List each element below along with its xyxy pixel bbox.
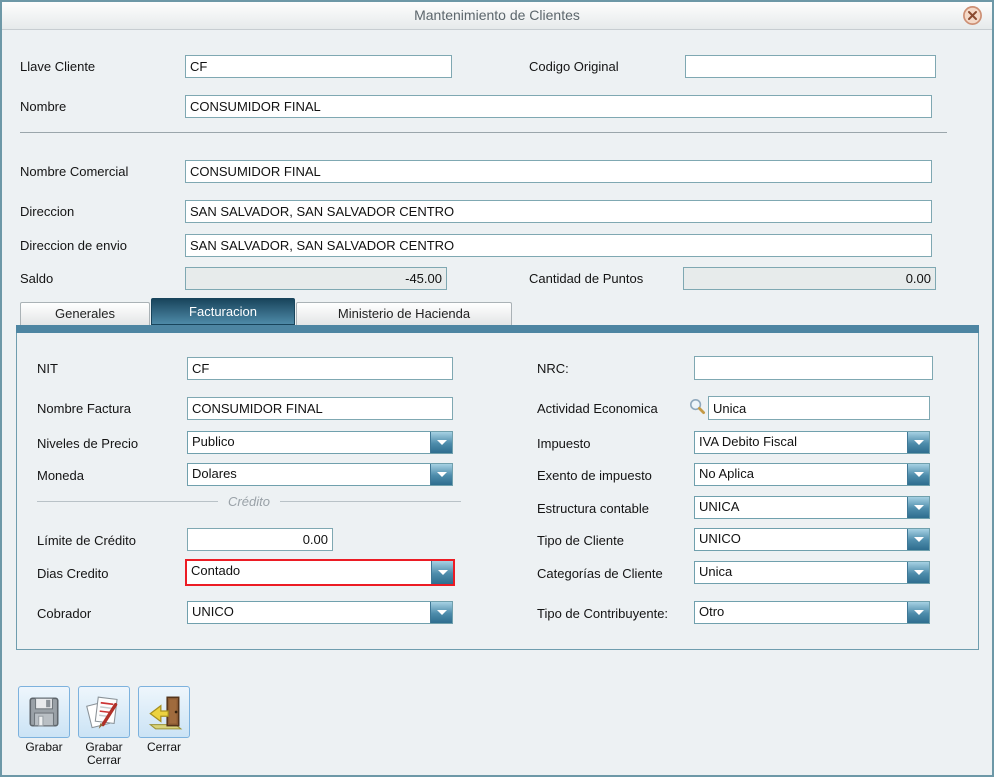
- estructura-contable-value: UNICA: [695, 497, 907, 518]
- tipo-contribuyente-dropdown[interactable]: Otro: [694, 601, 930, 624]
- niveles-precio-value: Publico: [188, 432, 430, 453]
- tipo-contribuyente-label: Tipo de Contribuyente:: [537, 606, 668, 621]
- chevron-down-icon[interactable]: [907, 529, 929, 550]
- moneda-dropdown[interactable]: Dolares: [187, 463, 453, 486]
- categorias-cliente-value: Unica: [695, 562, 907, 583]
- cerrar-button[interactable]: Cerrar: [138, 686, 190, 754]
- client-maintenance-window: Mantenimiento de Clientes Llave Cliente …: [0, 0, 994, 777]
- chevron-down-icon[interactable]: [907, 562, 929, 583]
- nombre-factura-field[interactable]: [187, 397, 453, 420]
- section-divider: [20, 132, 947, 133]
- cantidad-puntos-label: Cantidad de Puntos: [529, 271, 643, 286]
- cerrar-button-label: Cerrar: [130, 741, 198, 754]
- saldo-label: Saldo: [20, 271, 53, 286]
- tab-facturacion[interactable]: Facturacion: [151, 298, 295, 325]
- impuesto-label: Impuesto: [537, 436, 590, 451]
- cobrador-dropdown[interactable]: UNICO: [187, 601, 453, 624]
- dias-credito-value: Contado: [187, 561, 431, 584]
- exento-impuesto-value: No Aplica: [695, 464, 907, 485]
- close-icon[interactable]: [962, 5, 983, 26]
- saldo-field: [185, 267, 447, 290]
- credito-group-title: Crédito: [218, 494, 280, 509]
- chevron-down-icon[interactable]: [907, 464, 929, 485]
- direccion-envio-field[interactable]: [185, 234, 932, 257]
- tipo-contribuyente-value: Otro: [695, 602, 907, 623]
- grabar-cerrar-button-label: Grabar Cerrar: [70, 741, 138, 767]
- chevron-down-icon[interactable]: [907, 602, 929, 623]
- nit-label: NIT: [37, 361, 58, 376]
- nombre-comercial-field[interactable]: [185, 160, 932, 183]
- grabar-button-label: Grabar: [10, 741, 78, 754]
- exento-impuesto-label: Exento de impuesto: [537, 468, 652, 483]
- nrc-label: NRC:: [537, 361, 569, 376]
- nit-field[interactable]: [187, 357, 453, 380]
- notes-pen-icon: [84, 692, 124, 732]
- limite-credito-field[interactable]: [187, 528, 333, 551]
- limite-credito-label: Límite de Crédito: [37, 533, 136, 548]
- categorias-cliente-dropdown[interactable]: Unica: [694, 561, 930, 584]
- exit-door-icon: [144, 692, 184, 732]
- floppy-disk-icon: [25, 693, 63, 731]
- credito-group-divider: Crédito: [37, 494, 461, 509]
- moneda-value: Dolares: [188, 464, 430, 485]
- tab-strip-bar: [16, 325, 979, 333]
- direccion-field[interactable]: [185, 200, 932, 223]
- actividad-economica-field[interactable]: [708, 396, 930, 420]
- grabar-cerrar-button[interactable]: Grabar Cerrar: [78, 686, 130, 767]
- moneda-label: Moneda: [37, 468, 84, 483]
- nombre-label: Nombre: [20, 99, 66, 114]
- cantidad-puntos-field: [683, 267, 936, 290]
- dias-credito-label: Dias Credito: [37, 566, 109, 581]
- chevron-down-icon[interactable]: [907, 497, 929, 518]
- direccion-label: Direccion: [20, 204, 74, 219]
- nombre-field[interactable]: [185, 95, 932, 118]
- tipo-cliente-label: Tipo de Cliente: [537, 533, 624, 548]
- chevron-down-icon[interactable]: [431, 561, 453, 584]
- codigo-original-label: Codigo Original: [529, 59, 619, 74]
- tipo-cliente-value: UNICO: [695, 529, 907, 550]
- tipo-cliente-dropdown[interactable]: UNICO: [694, 528, 930, 551]
- magnifier-icon[interactable]: [688, 397, 707, 416]
- niveles-precio-label: Niveles de Precio: [37, 436, 138, 451]
- nrc-field[interactable]: [694, 356, 933, 380]
- chevron-down-icon[interactable]: [907, 432, 929, 453]
- cobrador-value: UNICO: [188, 602, 430, 623]
- estructura-contable-label: Estructura contable: [537, 501, 649, 516]
- impuesto-value: IVA Debito Fiscal: [695, 432, 907, 453]
- chevron-down-icon[interactable]: [430, 432, 452, 453]
- estructura-contable-dropdown[interactable]: UNICA: [694, 496, 930, 519]
- actividad-economica-label: Actividad Economica: [537, 401, 658, 416]
- llave-cliente-field[interactable]: [185, 55, 452, 78]
- tab-ministerio-hacienda[interactable]: Ministerio de Hacienda: [296, 302, 512, 325]
- chevron-down-icon[interactable]: [430, 602, 452, 623]
- tab-generales[interactable]: Generales: [20, 302, 150, 325]
- impuesto-dropdown[interactable]: IVA Debito Fiscal: [694, 431, 930, 454]
- title-bar: Mantenimiento de Clientes: [2, 2, 992, 30]
- grabar-button[interactable]: Grabar: [18, 686, 70, 754]
- llave-cliente-label: Llave Cliente: [20, 59, 95, 74]
- categorias-cliente-label: Categorías de Cliente: [537, 566, 663, 581]
- nombre-factura-label: Nombre Factura: [37, 401, 131, 416]
- codigo-original-field[interactable]: [685, 55, 936, 78]
- chevron-down-icon[interactable]: [430, 464, 452, 485]
- nombre-comercial-label: Nombre Comercial: [20, 164, 128, 179]
- cobrador-label: Cobrador: [37, 606, 91, 621]
- direccion-envio-label: Direccion de envio: [20, 238, 127, 253]
- dias-credito-dropdown[interactable]: Contado: [185, 559, 455, 586]
- window-title: Mantenimiento de Clientes: [2, 2, 992, 29]
- niveles-precio-dropdown[interactable]: Publico: [187, 431, 453, 454]
- exento-impuesto-dropdown[interactable]: No Aplica: [694, 463, 930, 486]
